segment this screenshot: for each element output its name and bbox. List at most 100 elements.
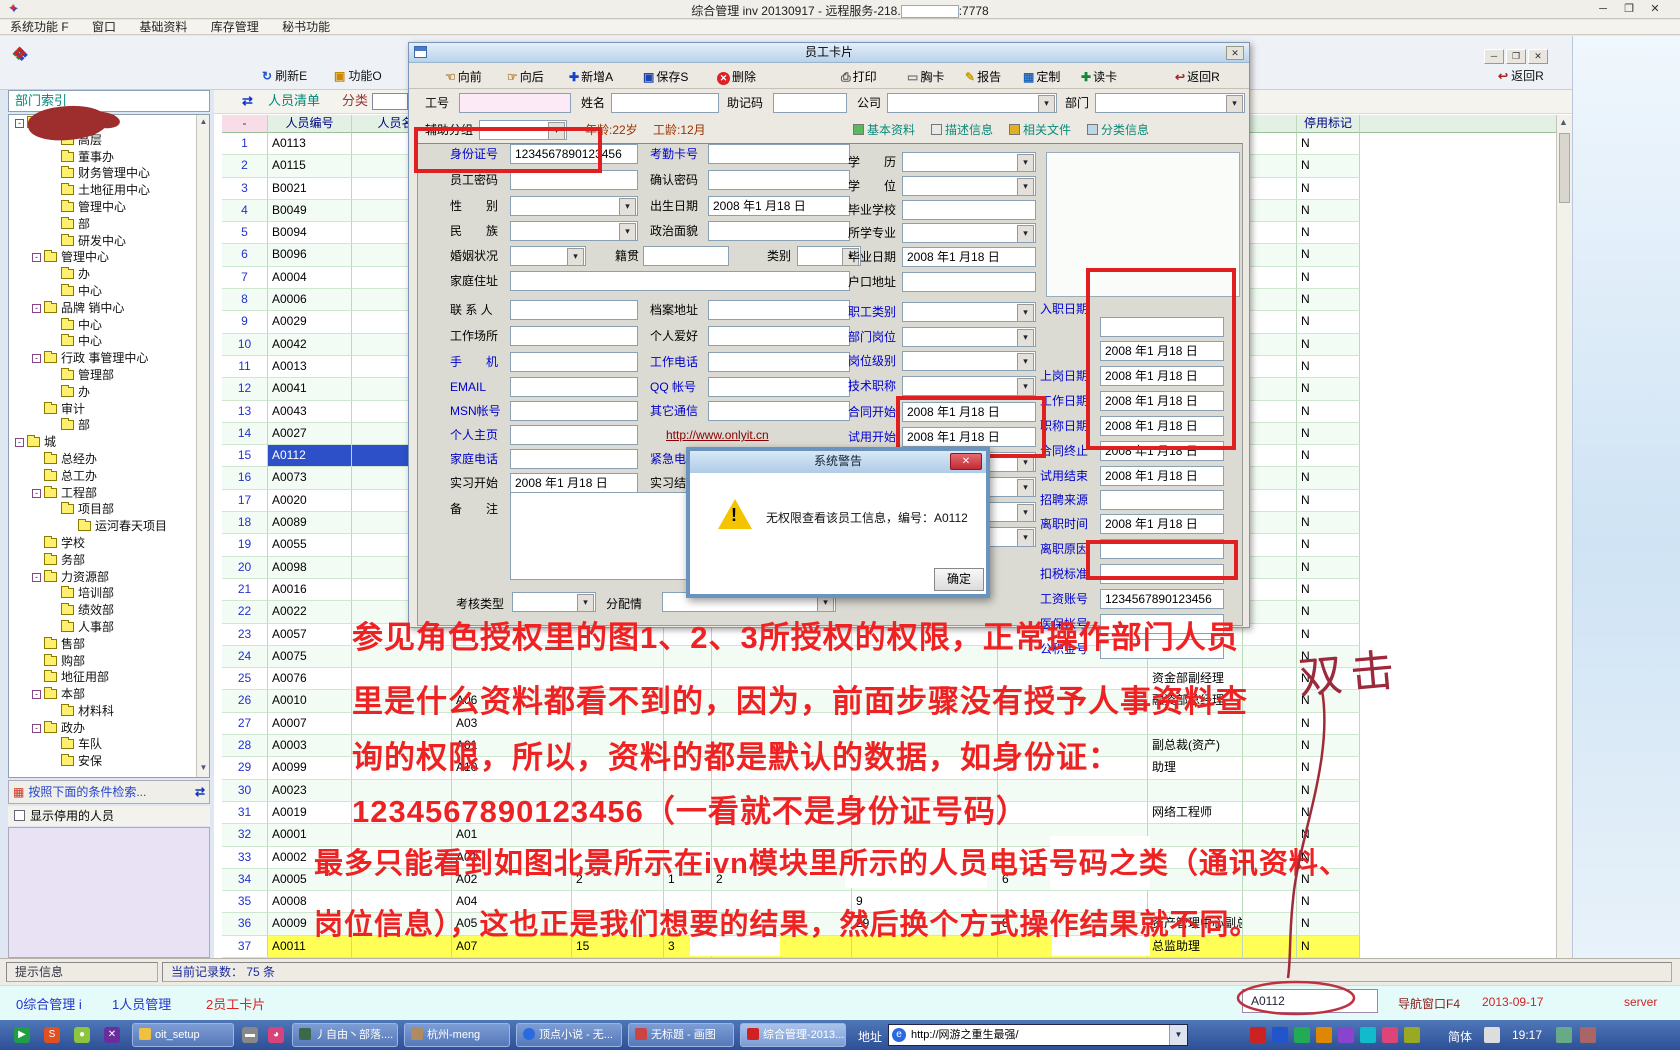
add-button[interactable]: ✚新增A	[569, 68, 613, 86]
cell-c6[interactable]	[1243, 579, 1297, 601]
cell-disabled-flag[interactable]: N	[1297, 445, 1360, 467]
recruit-source-input[interactable]	[1100, 490, 1224, 510]
tree-item[interactable]: 办	[9, 384, 209, 401]
quicklaunch-ball-icon[interactable]: ●	[74, 1027, 90, 1043]
cell-disabled-flag[interactable]: N	[1297, 200, 1360, 222]
tab-related-files[interactable]: 相关文件	[1009, 120, 1071, 140]
cell-c6[interactable]	[1243, 780, 1297, 802]
task-tribe[interactable]: 丿自由丶部落....	[292, 1023, 398, 1047]
menu-inventory[interactable]: 库存管理	[201, 20, 269, 35]
cell-c6[interactable]	[1243, 713, 1297, 735]
nation-select[interactable]	[510, 221, 638, 241]
cell-c6[interactable]	[1243, 624, 1297, 646]
expand-icon[interactable]: -	[15, 438, 24, 447]
tree-item[interactable]: 购部	[9, 653, 209, 670]
cell-disabled-flag[interactable]: N	[1297, 222, 1360, 244]
address-input[interactable]: ehttp://网游之重生最强/▼	[888, 1024, 1188, 1046]
marriage-select[interactable]	[510, 246, 586, 266]
cell-employee-id[interactable]: A0003	[268, 735, 352, 757]
employee-type-select[interactable]	[902, 302, 1036, 322]
cell-c6[interactable]	[1243, 289, 1297, 311]
cell-disabled-flag[interactable]: N	[1297, 936, 1360, 958]
tree-item[interactable]: 材料科	[9, 703, 209, 720]
tray-icon[interactable]	[1484, 1027, 1500, 1043]
tree-item[interactable]: 培训部	[9, 585, 209, 602]
minimize-button[interactable]: ─	[1592, 1, 1614, 17]
cell-disabled-flag[interactable]: N	[1297, 913, 1360, 935]
home-address-input[interactable]	[510, 271, 850, 291]
scroll-up-icon[interactable]: ▲	[198, 117, 209, 129]
cell-post-title[interactable]: 网络工程师	[1148, 802, 1243, 824]
prev-button[interactable]: ☜向前	[445, 68, 482, 86]
cell-c6[interactable]	[1243, 378, 1297, 400]
tab-employee-card[interactable]: 2员工卡片	[206, 994, 265, 1013]
cell-employee-id[interactable]: A0023	[268, 780, 352, 802]
cell-disabled-flag[interactable]: N	[1297, 557, 1360, 579]
tray-icon[interactable]	[1316, 1027, 1332, 1043]
expand-icon[interactable]: -	[32, 253, 41, 262]
department-select[interactable]	[1095, 93, 1245, 113]
expand-icon[interactable]: -	[32, 724, 41, 733]
expand-icon[interactable]: -	[32, 573, 41, 582]
function-button[interactable]: ▣功能O	[334, 66, 382, 86]
cell-c6[interactable]	[1243, 178, 1297, 200]
native-place-input[interactable]	[643, 246, 729, 266]
homephone-input[interactable]	[510, 449, 638, 469]
archive-address-input[interactable]	[708, 300, 850, 320]
cell-disabled-flag[interactable]: N	[1297, 178, 1360, 200]
cell-c6[interactable]	[1243, 557, 1297, 579]
workphone-input[interactable]	[708, 352, 850, 372]
scroll-up-icon[interactable]: ▲	[1559, 117, 1568, 127]
onlyit-link[interactable]: http://www.onlyit.cn	[666, 425, 769, 445]
cell-disabled-flag[interactable]: N	[1297, 579, 1360, 601]
other-comm-input[interactable]	[708, 401, 850, 421]
cell-employee-id[interactable]: A0004	[268, 267, 352, 289]
cell-employee-id[interactable]: B0049	[268, 200, 352, 222]
cell-disabled-flag[interactable]: N	[1297, 244, 1360, 266]
tree-item[interactable]: -本部	[9, 686, 209, 703]
cell-c6[interactable]	[1243, 467, 1297, 489]
cell-employee-id[interactable]: B0096	[268, 244, 352, 266]
tree-item[interactable]: 部	[9, 216, 209, 233]
cell-c6[interactable]	[1243, 534, 1297, 556]
cell-c6[interactable]	[1243, 445, 1297, 467]
cell-disabled-flag[interactable]: N	[1297, 133, 1360, 155]
cell-post-title[interactable]	[1148, 780, 1243, 802]
cell-disabled-flag[interactable]: N	[1297, 601, 1360, 623]
cell-employee-id[interactable]: A0055	[268, 534, 352, 556]
tab-classification[interactable]: 分类信息	[1087, 120, 1149, 140]
cell-c6[interactable]	[1243, 334, 1297, 356]
tray-icon[interactable]	[1580, 1027, 1596, 1043]
mobile-input[interactable]	[510, 352, 638, 372]
warning-close-icon[interactable]: ✕	[950, 453, 982, 470]
cell-employee-id[interactable]: A0057	[268, 624, 352, 646]
tree-item[interactable]: 运河春天项目	[9, 518, 209, 535]
task-novel[interactable]: 顶点小说 - 无...	[516, 1023, 622, 1047]
cell-disabled-flag[interactable]: N	[1297, 289, 1360, 311]
tray-icon[interactable]	[1556, 1027, 1572, 1043]
cell-c6[interactable]	[1243, 601, 1297, 623]
cell-disabled-flag[interactable]: N	[1297, 780, 1360, 802]
save-button[interactable]: ▣保存S	[643, 68, 688, 86]
col-header-c6[interactable]	[1243, 115, 1297, 133]
cell-employee-id[interactable]: A0029	[268, 311, 352, 333]
delete-button[interactable]: ✕删除	[717, 68, 756, 86]
customize-button[interactable]: ▦定制	[1023, 68, 1060, 86]
mdi-minimize-button[interactable]: ─	[1484, 49, 1504, 64]
mnemonic-input[interactable]	[773, 93, 847, 113]
list-swap-icon[interactable]: ⇄	[242, 90, 253, 112]
show-disabled-checkbox[interactable]	[14, 810, 25, 821]
tray-icon[interactable]	[1250, 1027, 1266, 1043]
cell-employee-id[interactable]: A0041	[268, 378, 352, 400]
workplace-input[interactable]	[510, 326, 638, 346]
quicklaunch-browser-icon[interactable]: S	[44, 1027, 60, 1043]
cell-c6[interactable]	[1243, 802, 1297, 824]
ok-button[interactable]: 确定	[934, 568, 984, 591]
tree-item[interactable]: 中心	[9, 333, 209, 350]
politics-input[interactable]	[708, 221, 850, 241]
tree-item[interactable]: 研发中心	[9, 233, 209, 250]
cell-c6[interactable]	[1243, 200, 1297, 222]
cell-employee-id[interactable]: A0016	[268, 579, 352, 601]
cell-employee-id[interactable]: A0112	[268, 445, 352, 467]
tree-item[interactable]: -管理中心	[9, 249, 209, 266]
